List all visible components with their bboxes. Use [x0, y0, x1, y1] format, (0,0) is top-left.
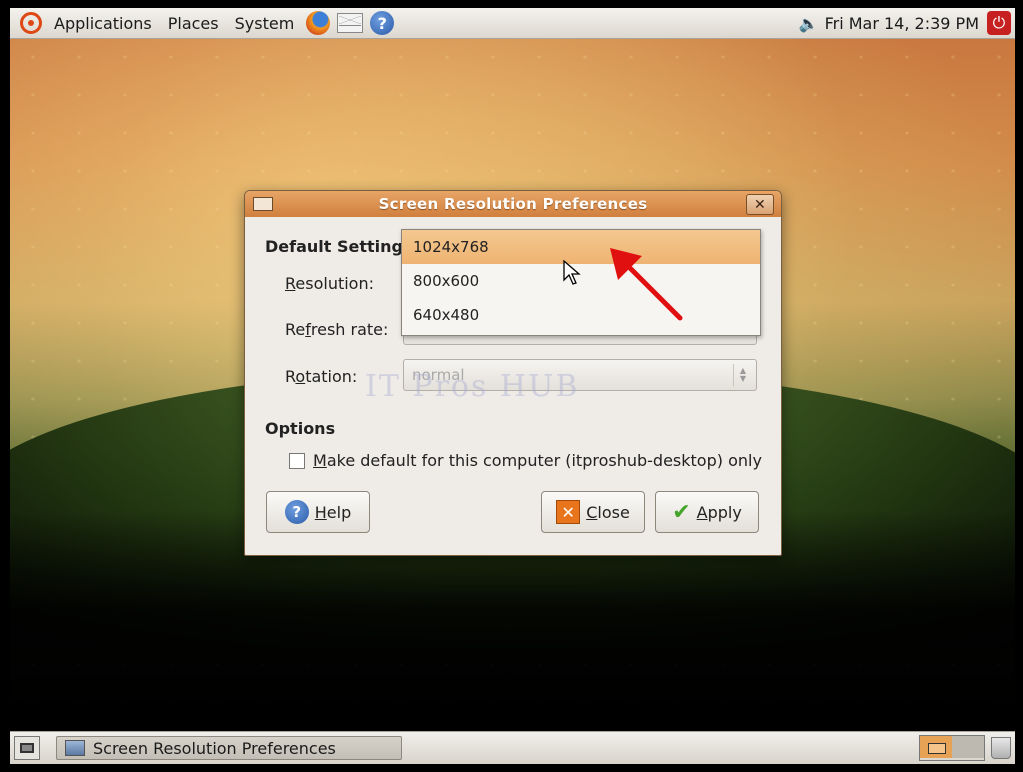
refresh-label-text: resh rate: [310, 320, 389, 339]
make-default-row[interactable]: Make default for this computer (itproshu… [289, 451, 762, 470]
apply-mnemonic: A [696, 502, 708, 522]
rotation-spin-arrows-icon: ▲ ▼ [733, 364, 752, 386]
watermark-text: IT Pros HUB [365, 369, 580, 404]
mouse-pointer-icon [563, 260, 581, 285]
monitor-icon [65, 740, 85, 756]
menu-places[interactable]: Places [160, 8, 227, 38]
mail-launcher[interactable] [337, 10, 364, 36]
menu-applications[interactable]: Applications [46, 8, 160, 38]
bottom-panel: Screen Resolution Preferences [10, 731, 1015, 764]
help-launcher[interactable]: ? [369, 10, 395, 36]
section-options: Options [265, 419, 336, 438]
refresh-label-prefix: Re [285, 320, 306, 339]
close-button[interactable]: ✕ Close [541, 491, 645, 533]
rotation-label-mnemonic: o [295, 367, 306, 386]
resolution-label-mnemonic: R [285, 274, 296, 293]
mail-icon [337, 13, 364, 33]
make-default-mnemonic: M [313, 451, 327, 470]
rotation-label: Rotation: [285, 367, 357, 386]
resolution-label: Resolution: [285, 274, 374, 293]
help-mnemonic: H [314, 502, 327, 522]
rotation-label-text: tation: [305, 367, 358, 386]
menu-system[interactable]: System [227, 8, 303, 38]
show-desktop-button[interactable] [14, 736, 40, 760]
top-panel: Applications Places System ? 🔈 Fri Mar 1… [10, 8, 1015, 39]
resolution-option-640x480[interactable]: 640x480 [402, 298, 760, 332]
help-button-label: Help [315, 503, 351, 522]
workspace-1[interactable] [920, 736, 952, 758]
volume-icon[interactable]: 🔈 [799, 14, 819, 33]
apply-button-label: Apply [697, 503, 742, 522]
close-button-label: Close [586, 503, 630, 522]
close-label-text: lose [597, 502, 630, 522]
workspace-switcher [919, 735, 985, 761]
refresh-rate-label: Refresh rate: [285, 320, 388, 339]
annotation-arrow-icon [610, 248, 683, 321]
taskbar-window-label: Screen Resolution Preferences [93, 738, 336, 758]
power-icon[interactable]: ⏻ [987, 11, 1011, 35]
apply-button[interactable]: ✔ Apply [655, 491, 759, 533]
help-label-text: elp [326, 502, 352, 522]
resolution-label-text: esolution: [295, 274, 374, 293]
make-default-checkbox[interactable] [289, 452, 305, 469]
help-icon: ? [370, 11, 395, 35]
ubuntu-logo-icon[interactable] [20, 12, 42, 34]
dialog-title: Screen Resolution Preferences [378, 195, 648, 213]
resolution-dropdown-list: 1024x768 800x600 640x480 [401, 229, 761, 336]
dialog-titlebar[interactable]: Screen Resolution Preferences ✕ [245, 191, 781, 217]
taskbar-window-button[interactable]: Screen Resolution Preferences [56, 736, 402, 760]
close-icon: ✕ [556, 500, 581, 524]
apply-label-text: pply [707, 502, 742, 522]
section-default-setting: Default Setting [265, 237, 403, 256]
close-icon: ✕ [753, 196, 767, 213]
firefox-icon [306, 11, 331, 35]
show-desktop-icon [20, 743, 34, 753]
resolution-option-1024x768[interactable]: 1024x768 [402, 230, 760, 264]
make-default-label: Make default for this computer (itproshu… [313, 451, 762, 470]
checkmark-icon: ✔ [672, 499, 691, 525]
resolution-option-800x600[interactable]: 800x600 [402, 264, 760, 298]
workspace-2[interactable] [952, 736, 984, 758]
window-close-button[interactable]: ✕ [746, 194, 774, 215]
panel-clock[interactable]: Fri Mar 14, 2:39 PM [825, 14, 979, 33]
make-default-text: ake default for this computer (itproshub… [326, 451, 762, 470]
help-button[interactable]: ? Help [266, 491, 370, 533]
rotation-label-prefix: R [285, 367, 296, 386]
trash-icon[interactable] [991, 737, 1011, 759]
firefox-launcher[interactable] [305, 10, 331, 36]
close-mnemonic: C [586, 502, 598, 522]
panel-tray: 🔈 Fri Mar 14, 2:39 PM ⏻ [799, 8, 1015, 38]
help-icon: ? [284, 500, 309, 524]
